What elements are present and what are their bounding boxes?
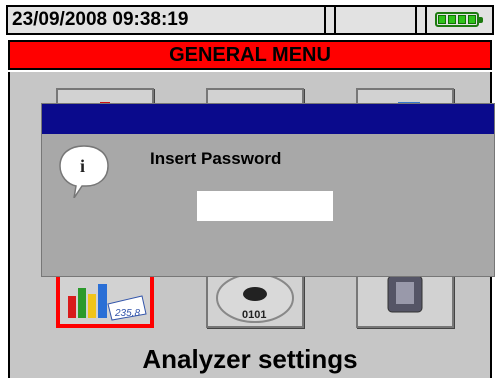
page-title: GENERAL MENU — [8, 40, 492, 70]
tile-analyzer-settings[interactable]: 235.8 — [56, 270, 154, 328]
password-dialog: i Insert Password — [42, 104, 494, 276]
status-indicator — [334, 7, 417, 33]
dialog-titlebar — [42, 104, 494, 134]
instrument-screen: 23/09/2008 09:38:19 GENERAL MENU 235.8 0… — [0, 0, 499, 378]
password-input[interactable] — [197, 191, 333, 221]
dialog-label: Insert Password — [150, 149, 282, 168]
status-bar: 23/09/2008 09:38:19 — [6, 5, 494, 35]
memory-card-icon — [387, 275, 423, 313]
selected-item-label: Analyzer settings — [8, 340, 492, 378]
battery-full-icon — [435, 12, 483, 27]
info-icon: i — [59, 145, 109, 198]
tile-data-disc[interactable]: 0101 — [206, 270, 304, 328]
analyzer-settings-icon: 235.8 — [68, 284, 147, 321]
tile-memory-card[interactable] — [356, 270, 454, 328]
svg-text:235.8: 235.8 — [114, 308, 140, 319]
battery-cell — [425, 7, 492, 33]
disc-icon: 0101 — [216, 273, 294, 323]
datetime: 23/09/2008 09:38:19 — [8, 7, 326, 33]
svg-text:0101: 0101 — [242, 309, 266, 321]
svg-text:i: i — [80, 156, 85, 176]
